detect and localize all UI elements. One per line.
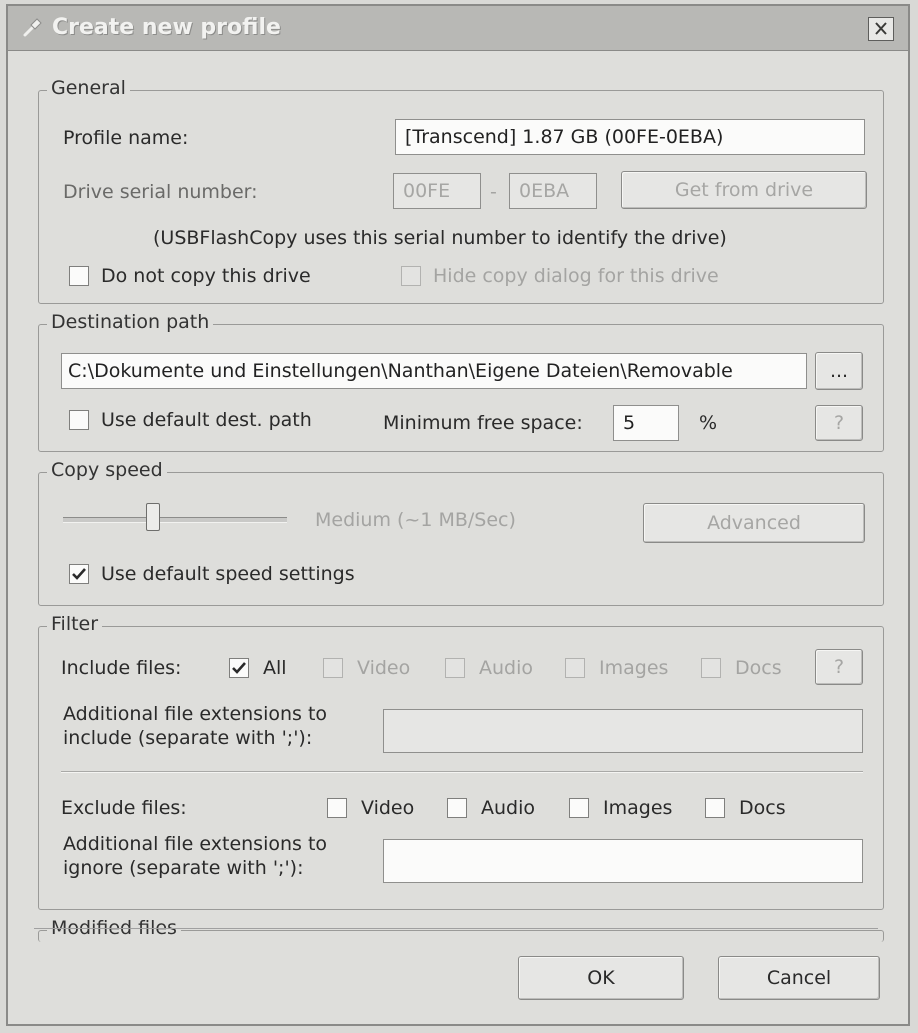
exclude-ext-label-line1: Additional file extensions to bbox=[63, 833, 328, 855]
include-files-label: Include files: bbox=[61, 657, 182, 679]
min-free-space-input[interactable]: 5 bbox=[613, 405, 679, 441]
use-default-speed-checkbox[interactable] bbox=[69, 564, 89, 584]
include-video-label[interactable]: Video bbox=[357, 657, 410, 679]
percent-label: % bbox=[699, 412, 718, 434]
filter-help-button[interactable]: ? bbox=[815, 649, 863, 685]
exclude-docs-label[interactable]: Docs bbox=[739, 797, 786, 819]
get-from-drive-button[interactable]: Get from drive bbox=[621, 171, 867, 209]
exclude-docs-checkbox[interactable] bbox=[705, 798, 725, 818]
include-audio-checkbox[interactable] bbox=[445, 658, 465, 678]
exclude-audio-checkbox[interactable] bbox=[447, 798, 467, 818]
speed-slider-track[interactable] bbox=[63, 517, 287, 523]
exclude-ext-input[interactable] bbox=[383, 839, 863, 883]
use-default-dest-label[interactable]: Use default dest. path bbox=[101, 409, 312, 431]
scroll-cutoff-line bbox=[34, 928, 878, 929]
destination-legend: Destination path bbox=[47, 311, 214, 333]
exclude-images-checkbox[interactable] bbox=[569, 798, 589, 818]
include-all-checkbox[interactable] bbox=[229, 658, 249, 678]
general-legend: General bbox=[47, 77, 130, 99]
include-audio-label[interactable]: Audio bbox=[479, 657, 533, 679]
drive-serial-label: Drive serial number: bbox=[63, 181, 258, 203]
copy-speed-legend: Copy speed bbox=[47, 459, 167, 481]
include-images-label[interactable]: Images bbox=[599, 657, 668, 679]
hide-copy-dialog-label[interactable]: Hide copy dialog for this drive bbox=[433, 265, 719, 287]
include-all-label[interactable]: All bbox=[263, 657, 287, 679]
checkmark-icon bbox=[232, 662, 246, 674]
exclude-ext-label-line2: ignore (separate with ';'): bbox=[63, 857, 304, 879]
include-ext-label-line1: Additional file extensions to bbox=[63, 703, 328, 725]
close-button[interactable] bbox=[868, 17, 894, 41]
profile-name-input[interactable]: [Transcend] 1.87 GB (00FE-0EBA) bbox=[395, 119, 865, 155]
profile-name-label: Profile name: bbox=[63, 127, 189, 149]
serial-part2-input[interactable]: 0EBA bbox=[509, 173, 597, 209]
exclude-audio-label[interactable]: Audio bbox=[481, 797, 535, 819]
destination-path-input[interactable]: C:\Dokumente und Einstellungen\Nanthan\E… bbox=[61, 353, 807, 389]
hide-copy-dialog-checkbox[interactable] bbox=[401, 266, 421, 286]
serial-part1-input[interactable]: 00FE bbox=[393, 173, 481, 209]
filter-separator bbox=[61, 771, 863, 773]
ok-button[interactable]: OK bbox=[518, 956, 684, 1000]
usb-key-icon bbox=[22, 16, 44, 38]
cancel-button[interactable]: Cancel bbox=[718, 956, 880, 1000]
include-docs-label[interactable]: Docs bbox=[735, 657, 782, 679]
destination-path-group: Destination path C:\Dokumente und Einste… bbox=[38, 311, 884, 452]
do-not-copy-label[interactable]: Do not copy this drive bbox=[101, 265, 311, 287]
serial-note: (USBFlashCopy uses this serial number to… bbox=[153, 227, 727, 249]
copy-speed-group: Copy speed Medium (~1 MB/Sec) Advanced U… bbox=[38, 459, 884, 606]
include-docs-checkbox[interactable] bbox=[701, 658, 721, 678]
exclude-video-label[interactable]: Video bbox=[361, 797, 414, 819]
checkmark-icon bbox=[72, 568, 86, 580]
use-default-dest-checkbox[interactable] bbox=[69, 410, 89, 430]
close-icon bbox=[875, 22, 887, 35]
modified-files-group: Modified files bbox=[38, 917, 884, 942]
speed-value-text: Medium (~1 MB/Sec) bbox=[315, 509, 516, 531]
include-images-checkbox[interactable] bbox=[565, 658, 585, 678]
include-ext-label-line2: include (separate with ';'): bbox=[63, 727, 313, 749]
title-bar[interactable]: Create new profile bbox=[8, 6, 908, 51]
filter-legend: Filter bbox=[47, 613, 103, 635]
general-group: General Profile name: [Transcend] 1.87 G… bbox=[38, 77, 884, 304]
browse-button[interactable]: ... bbox=[815, 352, 863, 390]
exclude-video-checkbox[interactable] bbox=[327, 798, 347, 818]
include-ext-input[interactable] bbox=[383, 709, 863, 753]
speed-slider-thumb[interactable] bbox=[145, 503, 160, 531]
exclude-files-label: Exclude files: bbox=[61, 797, 187, 819]
serial-dash: - bbox=[490, 181, 497, 203]
destination-help-button[interactable]: ? bbox=[815, 405, 863, 441]
min-free-space-label: Minimum free space: bbox=[383, 412, 583, 434]
use-default-speed-label[interactable]: Use default speed settings bbox=[101, 563, 355, 585]
window-title: Create new profile bbox=[52, 15, 281, 40]
exclude-images-label[interactable]: Images bbox=[603, 797, 672, 819]
do-not-copy-checkbox[interactable] bbox=[69, 266, 89, 286]
filter-group: Filter Include files: All Video Audio Im… bbox=[38, 613, 884, 910]
create-profile-dialog: Create new profile General Profile name:… bbox=[6, 4, 910, 1026]
include-video-checkbox[interactable] bbox=[323, 658, 343, 678]
advanced-button[interactable]: Advanced bbox=[643, 503, 865, 543]
